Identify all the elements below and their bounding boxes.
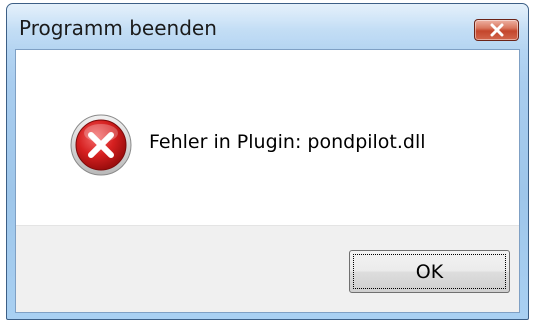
dialog-client-area: Fehler in Plugin: pondpilot.dll OK bbox=[15, 49, 520, 313]
close-button[interactable] bbox=[474, 19, 519, 41]
title-bar[interactable]: Programm beenden bbox=[7, 4, 528, 50]
dialog-title: Programm beenden bbox=[19, 16, 217, 40]
ok-button[interactable]: OK bbox=[349, 250, 510, 293]
message-area: Fehler in Plugin: pondpilot.dll bbox=[16, 50, 519, 227]
button-area: OK bbox=[16, 225, 519, 312]
error-message: Fehler in Plugin: pondpilot.dll bbox=[149, 131, 426, 153]
dialog-window: Programm beenden Fehler in Plugin: pondp… bbox=[6, 3, 529, 320]
close-icon bbox=[490, 23, 503, 37]
error-icon bbox=[70, 114, 132, 176]
